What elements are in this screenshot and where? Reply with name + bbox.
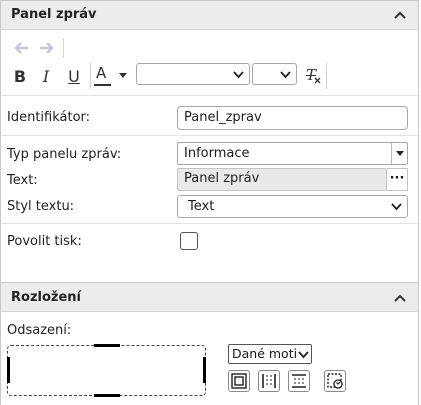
padding-top-handle[interactable] — [94, 344, 120, 347]
layout-section-title: Rozložení — [11, 290, 81, 305]
padding-mode-arrow — [296, 345, 311, 363]
arrow-left-icon — [14, 42, 28, 54]
padding-right-handle[interactable] — [203, 357, 206, 383]
padding-all-icon — [231, 373, 247, 389]
layout-section-header[interactable]: Rozložení — [1, 282, 418, 312]
field-divider — [1, 223, 418, 224]
padding-vertical-icon — [292, 374, 306, 388]
italic-button[interactable]: I — [36, 66, 56, 86]
chevron-up-icon[interactable] — [392, 7, 408, 23]
undo-button[interactable] — [11, 40, 31, 56]
toolbar-separator — [90, 63, 91, 89]
identifier-input[interactable]: Panel_zprav — [177, 106, 408, 130]
field-divider — [1, 135, 418, 136]
style-value: Text — [188, 199, 215, 214]
redo-button[interactable] — [37, 40, 57, 56]
type-value: Informace — [184, 146, 250, 161]
padding-horizontal-icon — [262, 374, 276, 388]
font-color-button[interactable]: A — [93, 64, 131, 88]
chevron-up-icon[interactable] — [392, 290, 408, 306]
clear-format-button[interactable]: T — [300, 64, 322, 86]
chevron-down-icon — [391, 203, 402, 211]
padding-mode-value: Dané motiv — [232, 346, 305, 361]
panel-section-title: Panel zpráv — [11, 7, 97, 22]
padding-vertical-button[interactable] — [288, 370, 310, 392]
clear-format-icon — [314, 77, 321, 84]
padding-bottom-handle[interactable] — [94, 394, 120, 397]
arrow-right-icon — [40, 42, 54, 54]
font-size-select[interactable] — [252, 63, 297, 85]
print-checkbox[interactable] — [180, 232, 198, 250]
font-color-bar — [94, 84, 111, 86]
font-color-label: A — [96, 64, 107, 82]
padding-reset-button[interactable] — [324, 370, 346, 392]
padding-mode-select[interactable]: Dané motiv — [228, 344, 312, 364]
chevron-down-icon — [298, 351, 309, 359]
toolbar-separator — [63, 38, 64, 58]
print-label: Povolit tisk: — [7, 234, 82, 249]
text-input: Panel zpráv — [177, 168, 387, 191]
chevron-down-icon — [233, 71, 244, 79]
identifier-label: Identifikátor: — [7, 110, 91, 125]
padding-reset-icon — [327, 373, 343, 389]
caret-down-icon — [119, 73, 127, 78]
type-select[interactable]: Informace — [177, 142, 408, 165]
underline-button[interactable]: U — [63, 66, 85, 86]
bold-button[interactable]: B — [9, 66, 31, 86]
padding-left-handle[interactable] — [7, 357, 10, 383]
caret-down-icon — [396, 151, 404, 156]
font-family-select[interactable] — [136, 63, 250, 85]
style-select[interactable]: Text — [177, 195, 408, 218]
toolbar-divider — [1, 95, 418, 96]
style-label: Styl textu: — [7, 199, 75, 214]
padding-all-button[interactable] — [228, 370, 250, 392]
padding-editor[interactable] — [7, 344, 206, 397]
panel-section-header[interactable]: Panel zpráv — [1, 0, 418, 30]
text-label: Text: — [7, 173, 38, 188]
toolbar-separator — [326, 63, 327, 89]
padding-horizontal-button[interactable] — [258, 370, 280, 392]
padding-label: Odsazení: — [7, 323, 72, 338]
text-more-button[interactable]: ··· — [387, 168, 408, 191]
type-dropdown-button[interactable] — [391, 143, 407, 164]
chevron-down-icon — [280, 71, 291, 79]
type-label: Typ panelu zpráv: — [7, 147, 122, 162]
